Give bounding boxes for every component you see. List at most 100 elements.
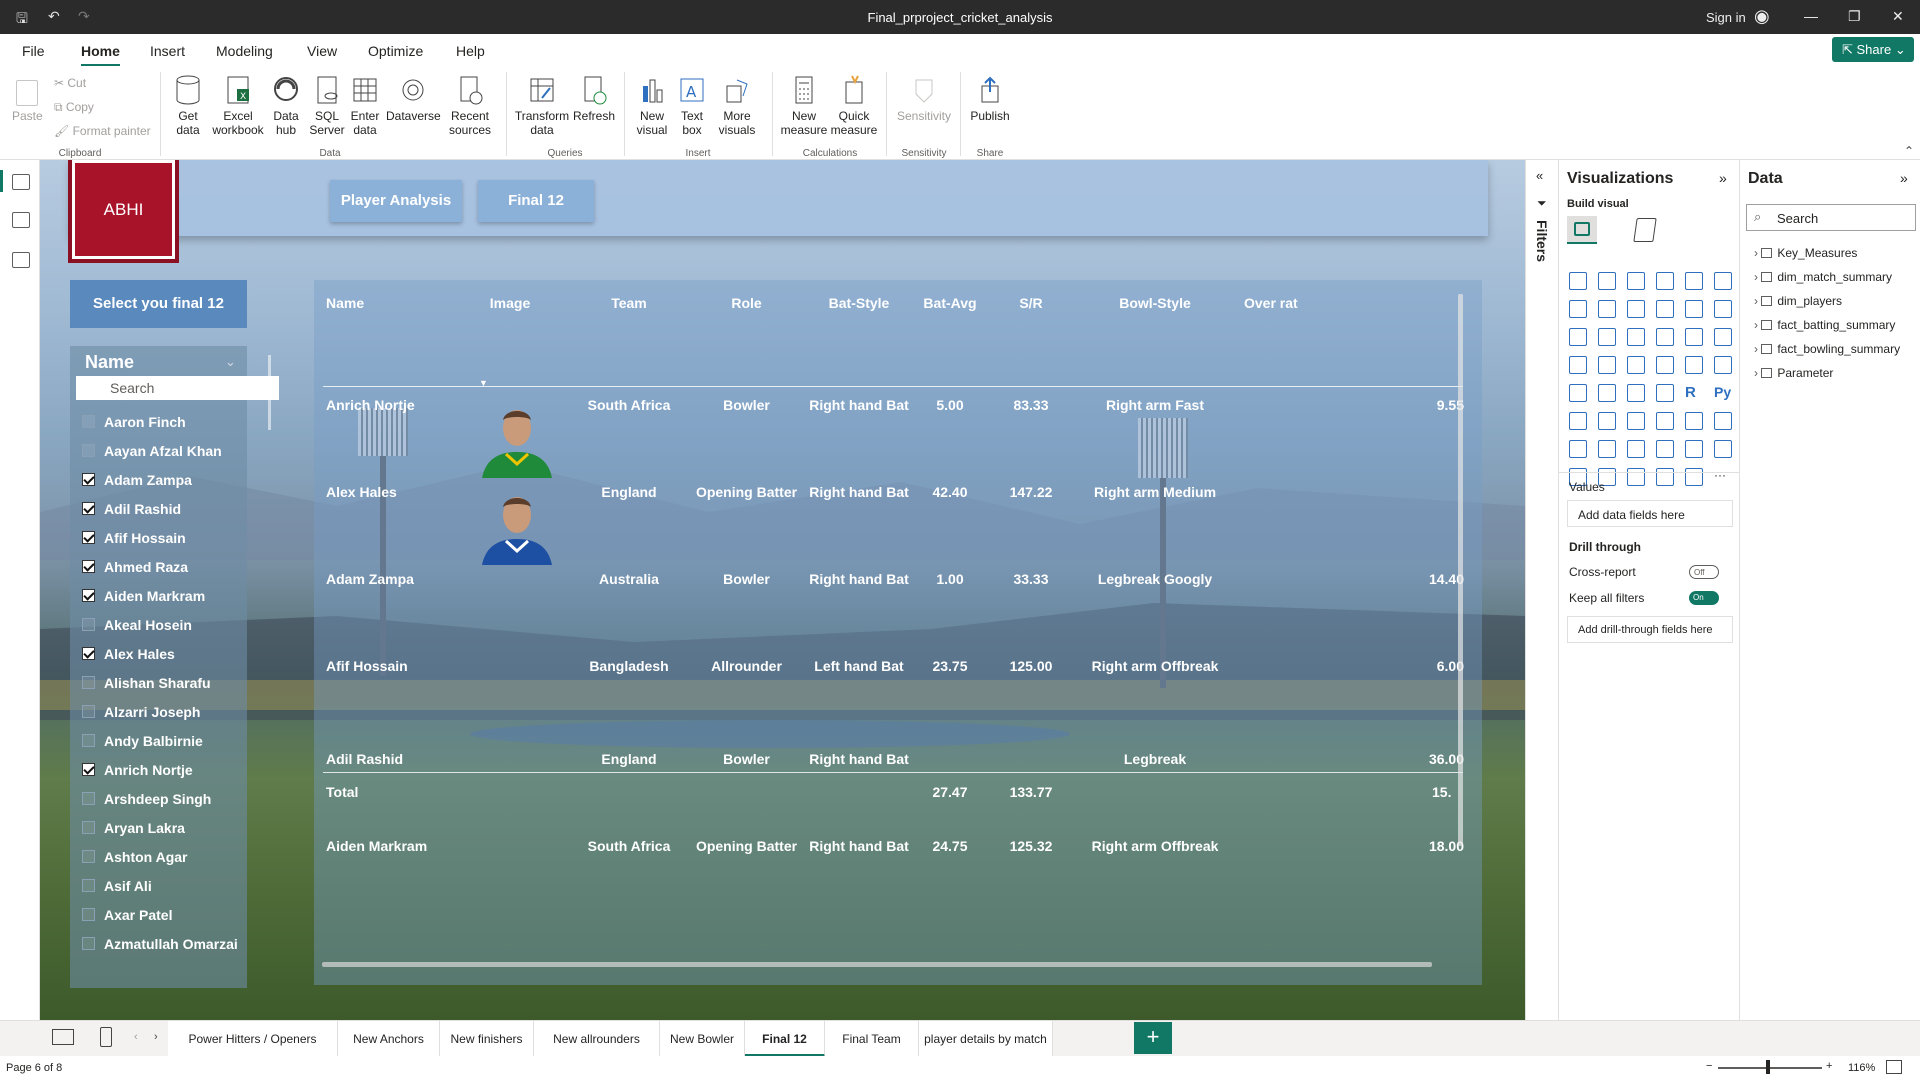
data-table-item[interactable]: › Parameter xyxy=(1754,366,1833,380)
table-horizontal-scrollbar[interactable] xyxy=(322,962,1432,967)
recent-sources-button[interactable]: Recent sources xyxy=(446,74,494,137)
visual-type-icon[interactable] xyxy=(1569,272,1587,290)
minimize-icon[interactable]: — xyxy=(1804,8,1818,24)
chevron-right-icon[interactable]: › xyxy=(1754,366,1761,380)
report-view-icon[interactable] xyxy=(12,174,30,190)
col-header-sr[interactable]: S/R xyxy=(986,295,1076,311)
get-data-button[interactable]: Get data xyxy=(168,74,208,137)
checkbox[interactable] xyxy=(82,879,95,892)
more-visuals-icon[interactable]: ··· xyxy=(1714,468,1732,486)
table-row[interactable]: Adil Rashid England Bowler Right hand Bat Le… xyxy=(314,750,1474,830)
page-tab[interactable]: New finishers xyxy=(440,1021,534,1057)
keep-filters-toggle[interactable]: On xyxy=(1689,591,1719,605)
visual-type-icon[interactable] xyxy=(1714,300,1732,318)
checkbox[interactable] xyxy=(82,647,95,660)
dataverse-button[interactable]: Dataverse xyxy=(386,74,441,123)
checkbox[interactable] xyxy=(82,589,95,602)
slicer-item[interactable]: Adil Rashid xyxy=(80,497,280,523)
visual-type-icon[interactable] xyxy=(1685,412,1703,430)
sql-server-button[interactable]: SQL Server xyxy=(308,74,346,137)
menu-insert[interactable]: Insert xyxy=(150,43,185,59)
menu-file[interactable]: File xyxy=(22,43,45,59)
table-row[interactable]: Anrich Nortje South Africa Bowler Right han… xyxy=(314,396,1474,478)
visual-type-icon[interactable] xyxy=(1569,384,1587,402)
chevron-right-icon[interactable]: › xyxy=(1754,318,1761,332)
cross-report-toggle[interactable]: Off xyxy=(1689,565,1719,579)
build-visual-tab[interactable] xyxy=(1567,216,1597,244)
visual-type-icon[interactable] xyxy=(1598,356,1616,374)
checkbox[interactable] xyxy=(82,444,95,457)
checkbox[interactable] xyxy=(82,676,95,689)
checkbox[interactable] xyxy=(82,908,95,921)
visual-type-icon[interactable] xyxy=(1627,300,1645,318)
zoom-slider-track[interactable] xyxy=(1718,1067,1822,1069)
visual-type-icon[interactable] xyxy=(1656,328,1674,346)
new-visual-button[interactable]: New visual xyxy=(632,74,672,137)
enter-data-button[interactable]: Enter data xyxy=(348,74,382,137)
visual-type-icon[interactable] xyxy=(1598,300,1616,318)
model-view-icon[interactable] xyxy=(12,252,30,268)
checkbox[interactable] xyxy=(82,502,95,515)
visual-type-icon[interactable] xyxy=(1714,412,1732,430)
page-tab[interactable]: Power Hitters / Openers xyxy=(168,1021,338,1057)
chevron-right-icon[interactable]: › xyxy=(1754,342,1761,356)
col-header-bat-style[interactable]: Bat-Style xyxy=(809,295,909,311)
quick-measure-button[interactable]: Quick measure xyxy=(830,74,878,137)
checkbox[interactable] xyxy=(82,763,95,776)
visual-type-icon[interactable] xyxy=(1598,384,1616,402)
menu-optimize[interactable]: Optimize xyxy=(368,43,423,59)
r-visual-icon[interactable]: R xyxy=(1685,384,1703,402)
restore-icon[interactable]: ❐ xyxy=(1848,8,1861,25)
slicer-item[interactable]: Adam Zampa xyxy=(80,468,280,494)
visual-type-icon[interactable] xyxy=(1598,328,1616,346)
checkbox[interactable] xyxy=(82,937,95,950)
page-tab[interactable]: New allrounders xyxy=(534,1021,660,1057)
more-visuals-button[interactable]: More visuals xyxy=(712,74,762,137)
zoom-in-icon[interactable]: + xyxy=(1826,1060,1832,1072)
collapse-data-icon[interactable]: » xyxy=(1900,170,1908,186)
checkbox[interactable] xyxy=(82,850,95,863)
chevron-right-icon[interactable]: › xyxy=(1754,246,1761,260)
copy-button[interactable]: ⧉ Copy xyxy=(54,100,94,115)
close-icon[interactable]: ✕ xyxy=(1892,8,1904,25)
slicer-item[interactable]: Aayan Afzal Khan xyxy=(80,439,280,465)
slicer-item[interactable]: Anrich Nortje xyxy=(80,758,280,784)
slicer-item[interactable]: Aiden Markram xyxy=(80,584,280,610)
visual-type-icon[interactable] xyxy=(1569,356,1587,374)
slicer-item[interactable]: Aaron Finch xyxy=(80,410,280,436)
refresh-button[interactable]: Refresh xyxy=(572,74,616,123)
col-header-bowl-style[interactable]: Bowl-Style xyxy=(1076,295,1234,311)
visual-type-icon[interactable] xyxy=(1685,440,1703,458)
col-header-name[interactable]: Name xyxy=(326,295,364,311)
new-measure-button[interactable]: New measure xyxy=(780,74,828,137)
checkbox[interactable] xyxy=(82,531,95,544)
visual-type-icon[interactable] xyxy=(1569,300,1587,318)
filters-pane-collapsed[interactable]: « ⏷ Filters xyxy=(1525,160,1558,1020)
account-icon[interactable]: ◉ xyxy=(1754,6,1770,27)
visual-type-icon[interactable] xyxy=(1627,356,1645,374)
visual-type-icon[interactable] xyxy=(1627,328,1645,346)
publish-button[interactable]: Publish xyxy=(966,74,1014,123)
menu-help[interactable]: Help xyxy=(456,43,485,59)
visual-type-icon[interactable] xyxy=(1714,440,1732,458)
table-row[interactable]: Aiden Markram South Africa Opening Batter R… xyxy=(314,837,1474,917)
col-header-bat-avg[interactable]: Bat-Avg xyxy=(914,295,986,311)
menu-view[interactable]: View xyxy=(307,43,337,59)
visual-type-icon[interactable] xyxy=(1598,272,1616,290)
col-header-role[interactable]: Role xyxy=(684,295,809,311)
select-final-12-button[interactable]: Select you final 12 xyxy=(70,280,247,328)
col-header-image[interactable]: Image xyxy=(470,295,550,311)
data-search-input[interactable]: Search xyxy=(1746,204,1916,231)
data-table-item[interactable]: › dim_players xyxy=(1754,294,1842,308)
cut-button[interactable]: ✂ Cut xyxy=(54,76,86,90)
slicer-item[interactable]: Aryan Lakra xyxy=(80,816,280,842)
checkbox[interactable] xyxy=(82,792,95,805)
data-table-item[interactable]: › fact_bowling_summary xyxy=(1754,342,1900,356)
visual-type-icon[interactable] xyxy=(1685,356,1703,374)
slicer-item[interactable]: Alzarri Joseph xyxy=(80,700,280,726)
col-header-team[interactable]: Team xyxy=(574,295,684,311)
visual-type-icon[interactable] xyxy=(1656,272,1674,290)
checkbox[interactable] xyxy=(82,734,95,747)
slicer-search-input[interactable]: Search xyxy=(76,376,279,400)
fit-to-page-icon[interactable] xyxy=(1886,1060,1902,1074)
